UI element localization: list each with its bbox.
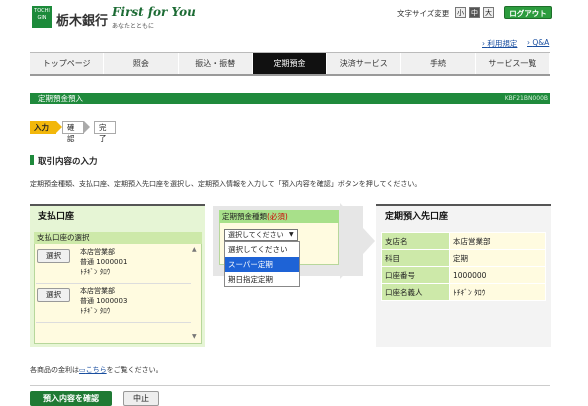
instructions: 定期預金種類、支払口座、定期預入先口座を選択し、定期預入情報を入力して「預入内容… xyxy=(30,180,422,188)
nav-inquiry[interactable]: 照会 xyxy=(104,53,179,74)
deposit-type-label: 定期預金種類(必須) xyxy=(219,210,339,223)
step-complete: 完了 xyxy=(94,121,116,143)
qa-link[interactable]: › Q&A xyxy=(527,38,549,47)
account-holder-value: ﾄﾁｷﾞﾝ ﾀﾛｳ xyxy=(449,283,546,301)
terms-link[interactable]: › 利用規定 xyxy=(482,38,517,49)
section-title: 取引内容の入力 xyxy=(38,157,98,167)
nav-payment-services[interactable]: 決済サービス xyxy=(327,53,402,74)
branch-value: 本店営業部 xyxy=(449,232,546,250)
step-arrow-icon xyxy=(84,121,90,133)
page-title: 定期預金預入 xyxy=(30,93,550,104)
nav-transfer[interactable]: 振込・振替 xyxy=(179,53,253,74)
slogan-sub: あなたとともに xyxy=(112,23,155,30)
account-number: 普通 1000001 xyxy=(80,258,128,266)
option-fixed-date-deposit[interactable]: 期日指定定期 xyxy=(225,272,299,287)
list-item: 選択 本店営業部 普通 1000003 ﾄﾁｷﾞﾝ ﾀﾛｳ xyxy=(36,285,191,323)
payment-account-title: 支払口座 xyxy=(38,212,75,222)
subject-value: 定期 xyxy=(449,249,546,267)
logout-button[interactable]: ログアウト xyxy=(504,6,552,19)
subject-label: 科目 xyxy=(381,249,450,267)
table-row: 口座名義人 ﾄﾁｷﾞﾝ ﾀﾛｳ xyxy=(381,283,546,301)
scroll-up-icon[interactable]: ▲ xyxy=(192,246,197,253)
interest-rate-link[interactable]: ▭こちら xyxy=(79,366,107,374)
cancel-button[interactable]: 中止 xyxy=(123,391,159,406)
select-account-button[interactable]: 選択 xyxy=(37,288,70,302)
chevron-down-icon: ▼ xyxy=(289,231,294,238)
account-holder: ﾄﾁｷﾞﾝ ﾀﾛｳ xyxy=(80,307,111,315)
account-holder-label: 口座名義人 xyxy=(381,283,450,301)
text-size-small-button[interactable]: 小 xyxy=(455,7,466,18)
nav-service-list[interactable]: サービス一覧 xyxy=(476,53,550,74)
logo-text: TOCHI GIN xyxy=(34,8,50,21)
nav-top[interactable]: トップページ xyxy=(30,53,105,74)
bank-logo: TOCHI GIN xyxy=(32,6,52,28)
confirm-deposit-button[interactable]: 預入内容を確認 xyxy=(30,391,112,406)
payment-account-list-title: 支払口座の選択 xyxy=(34,232,202,244)
account-number-value: 1000000 xyxy=(449,266,546,284)
divider xyxy=(30,385,550,386)
destination-account-title: 定期預入先口座 xyxy=(385,212,449,222)
branch-label: 支店名 xyxy=(381,232,450,250)
account-number: 普通 1000003 xyxy=(80,297,128,305)
destination-account-table: 支店名 本店営業部 科目 定期 口座番号 1000000 口座名義人 ﾄﾁｷﾞﾝ… xyxy=(381,232,546,301)
main-nav: トップページ 照会 振込・振替 定期預金 決済サービス 手続 サービス一覧 xyxy=(30,52,550,76)
table-row: 口座番号 1000000 xyxy=(381,266,546,284)
text-size-label: 文字サイズ変更 xyxy=(397,9,450,18)
table-row: 支店名 本店営業部 xyxy=(381,232,546,250)
option-select-prompt[interactable]: 選択してください xyxy=(225,242,299,257)
account-number-label: 口座番号 xyxy=(381,266,450,284)
text-size-big-button[interactable]: 大 xyxy=(483,7,494,18)
option-super-time-deposit[interactable]: スーパー定期 xyxy=(225,257,299,272)
nav-procedures[interactable]: 手続 xyxy=(401,53,476,74)
flow-arrow-icon xyxy=(340,203,375,279)
slogan: First for You xyxy=(112,5,196,19)
screen-code: KBF21BN000B xyxy=(504,95,548,102)
account-branch: 本店営業部 xyxy=(80,287,115,295)
list-item: 選択 本店営業部 普通 1000001 ﾄﾁｷﾞﾝ ﾀﾛｳ xyxy=(36,246,191,284)
required-mark: (必須) xyxy=(267,212,288,221)
bank-name: 栃木銀行 xyxy=(56,14,109,29)
table-row: 科目 定期 xyxy=(381,249,546,267)
interest-rate-note: 各商品の金利は▭こちらをご覧ください。 xyxy=(30,366,163,374)
select-account-button[interactable]: 選択 xyxy=(37,249,70,263)
scroll-down-icon[interactable]: ▼ xyxy=(192,333,197,340)
nav-time-deposit[interactable]: 定期預金 xyxy=(252,53,328,74)
step-confirm: 確認 xyxy=(62,121,84,143)
step-input: 入力 xyxy=(30,121,56,134)
account-holder: ﾄﾁｷﾞﾝ ﾀﾛｳ xyxy=(80,268,111,276)
text-size-mid-button[interactable]: 中 xyxy=(469,7,480,18)
deposit-type-select[interactable]: 選択してください xyxy=(224,229,298,241)
section-marker-icon xyxy=(30,155,34,165)
account-branch: 本店営業部 xyxy=(80,248,115,256)
